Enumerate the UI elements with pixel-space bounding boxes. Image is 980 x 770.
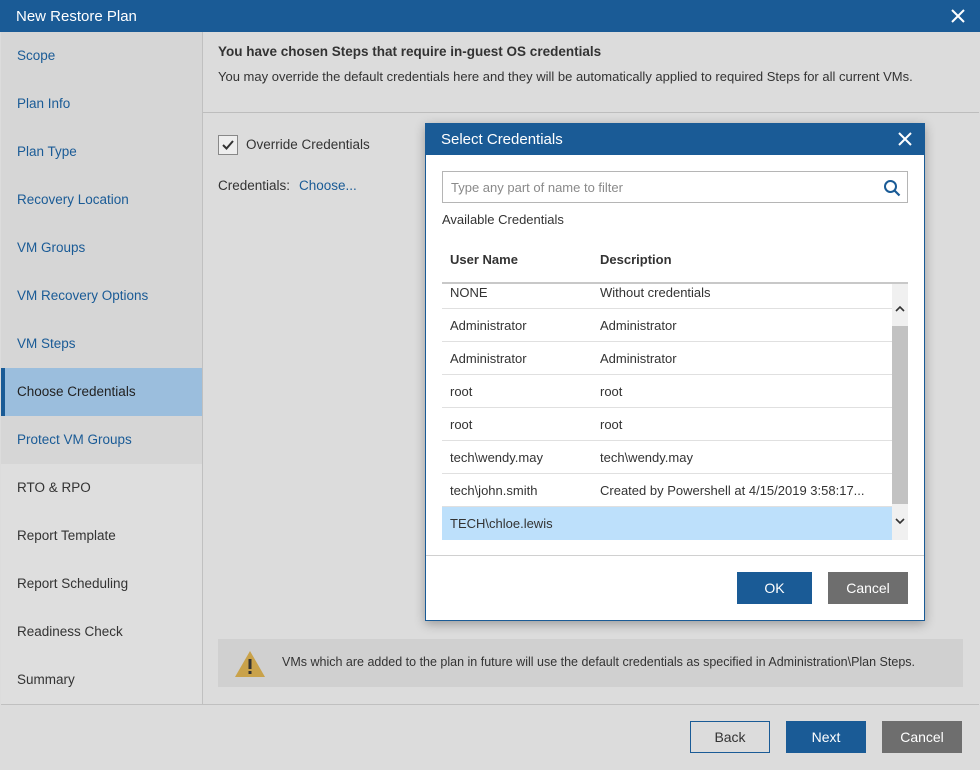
chevron-up-icon[interactable] bbox=[895, 301, 905, 316]
page-description: You may override the default credentials… bbox=[218, 69, 913, 84]
window-titlebar: New Restore Plan bbox=[0, 0, 980, 32]
cell-description: Administrator bbox=[600, 351, 677, 366]
page-title: You have chosen Steps that require in-gu… bbox=[218, 44, 602, 59]
override-credentials-label[interactable]: Override Credentials bbox=[246, 137, 370, 152]
cell-user-name: tech\wendy.may bbox=[450, 450, 543, 465]
choose-credentials-link[interactable]: Choose... bbox=[299, 178, 357, 193]
search-icon[interactable] bbox=[883, 179, 901, 200]
cell-user-name: Administrator bbox=[450, 318, 527, 333]
back-button[interactable]: Back bbox=[690, 721, 770, 753]
cell-description: tech\wendy.may bbox=[600, 450, 693, 465]
sidebar-item-choose-credentials[interactable]: Choose Credentials bbox=[1, 368, 210, 416]
cell-user-name: TECH\chloe.lewis bbox=[450, 516, 553, 531]
credentials-table: NONE Without credentials Administrator A… bbox=[442, 284, 892, 540]
column-header-user-name[interactable]: User Name bbox=[450, 252, 518, 267]
sidebar-item-plan-type[interactable]: Plan Type bbox=[1, 128, 202, 176]
cell-user-name: tech\john.smith bbox=[450, 483, 538, 498]
table-scrollbar[interactable] bbox=[892, 284, 908, 540]
cell-description: root bbox=[600, 417, 623, 432]
dialog-titlebar: Select Credentials bbox=[426, 124, 924, 155]
table-row-selected[interactable]: TECH\chloe.lewis bbox=[442, 507, 892, 540]
dialog-cancel-button[interactable]: Cancel bbox=[828, 572, 908, 604]
dialog-close-icon[interactable] bbox=[896, 130, 914, 151]
checkmark-icon bbox=[222, 140, 234, 150]
window-title: New Restore Plan bbox=[16, 8, 137, 25]
table-row[interactable]: root root bbox=[442, 408, 892, 441]
sidebar-item-recovery-location[interactable]: Recovery Location bbox=[1, 176, 202, 224]
sidebar-item-plan-info[interactable]: Plan Info bbox=[1, 80, 202, 128]
sidebar-item-vm-recovery-options[interactable]: VM Recovery Options bbox=[1, 272, 202, 320]
sidebar-item-readiness-check: Readiness Check bbox=[1, 608, 202, 656]
available-credentials-label: Available Credentials bbox=[442, 212, 564, 227]
sidebar-item-report-scheduling: Report Scheduling bbox=[1, 560, 202, 608]
sidebar-item-protect-vm-groups[interactable]: Protect VM Groups bbox=[1, 416, 202, 464]
cell-user-name: root bbox=[450, 417, 473, 432]
table-row[interactable]: NONE Without credentials bbox=[442, 284, 892, 309]
cell-description: Administrator bbox=[600, 318, 677, 333]
wizard-footer: Back Next Cancel bbox=[1, 704, 979, 769]
table-row[interactable]: Administrator Administrator bbox=[442, 342, 892, 375]
sidebar-item-vm-groups[interactable]: VM Groups bbox=[1, 224, 202, 272]
wizard-sidebar: Scope Plan Info Plan Type Recovery Locat… bbox=[1, 32, 210, 704]
table-row[interactable]: tech\wendy.may tech\wendy.may bbox=[442, 441, 892, 474]
override-credentials-checkbox[interactable] bbox=[218, 135, 238, 155]
cell-user-name: root bbox=[450, 384, 473, 399]
cell-user-name: Administrator bbox=[450, 351, 527, 366]
cell-user-name: NONE bbox=[450, 285, 488, 300]
select-credentials-dialog: Select Credentials Available Credentials… bbox=[425, 123, 925, 621]
column-header-description[interactable]: Description bbox=[600, 252, 672, 267]
filter-box bbox=[442, 171, 908, 203]
table-row[interactable]: root root bbox=[442, 375, 892, 408]
credentials-label: Credentials: bbox=[218, 178, 291, 193]
dialog-title: Select Credentials bbox=[441, 131, 563, 148]
dialog-footer: OK Cancel bbox=[426, 556, 924, 620]
sidebar-item-vm-steps[interactable]: VM Steps bbox=[1, 320, 202, 368]
scrollbar-thumb[interactable] bbox=[892, 326, 908, 504]
filter-input[interactable] bbox=[443, 172, 873, 202]
cell-description: Without credentials bbox=[600, 285, 711, 300]
sidebar-item-report-template: Report Template bbox=[1, 512, 202, 560]
table-row[interactable]: tech\john.smith Created by Powershell at… bbox=[442, 474, 892, 507]
ok-button[interactable]: OK bbox=[737, 572, 812, 604]
chevron-down-icon[interactable] bbox=[895, 513, 905, 528]
info-bar: VMs which are added to the plan in futur… bbox=[218, 639, 963, 687]
next-button[interactable]: Next bbox=[786, 721, 866, 753]
cell-description: root bbox=[600, 384, 623, 399]
window-close-icon[interactable] bbox=[948, 6, 968, 26]
sidebar-item-rto-rpo: RTO & RPO bbox=[1, 464, 202, 512]
cell-description: Created by Powershell at 4/15/2019 3:58:… bbox=[600, 483, 865, 498]
header-divider bbox=[203, 112, 979, 113]
sidebar-item-summary: Summary bbox=[1, 656, 202, 704]
table-row[interactable]: Administrator Administrator bbox=[442, 309, 892, 342]
sidebar-item-scope[interactable]: Scope bbox=[1, 32, 202, 80]
cancel-button[interactable]: Cancel bbox=[882, 721, 962, 753]
warning-icon bbox=[233, 649, 267, 682]
info-text: VMs which are added to the plan in futur… bbox=[282, 655, 915, 669]
